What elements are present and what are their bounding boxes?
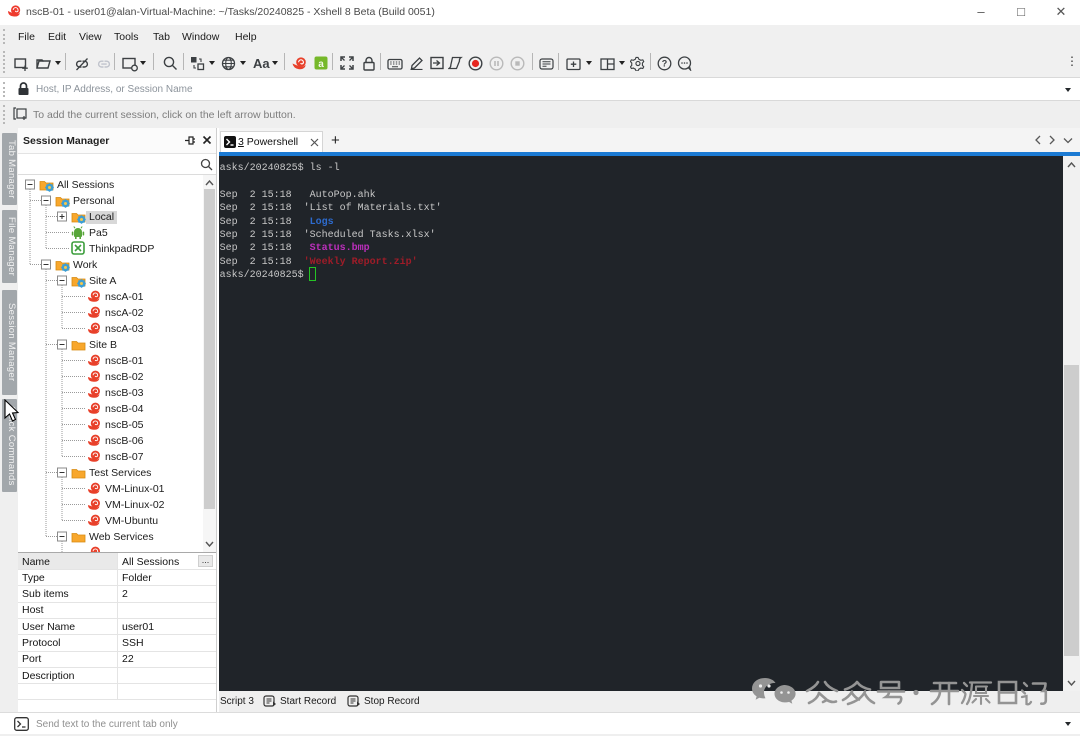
svg-text:a: a	[318, 59, 324, 70]
svg-text:?: ?	[662, 59, 668, 69]
